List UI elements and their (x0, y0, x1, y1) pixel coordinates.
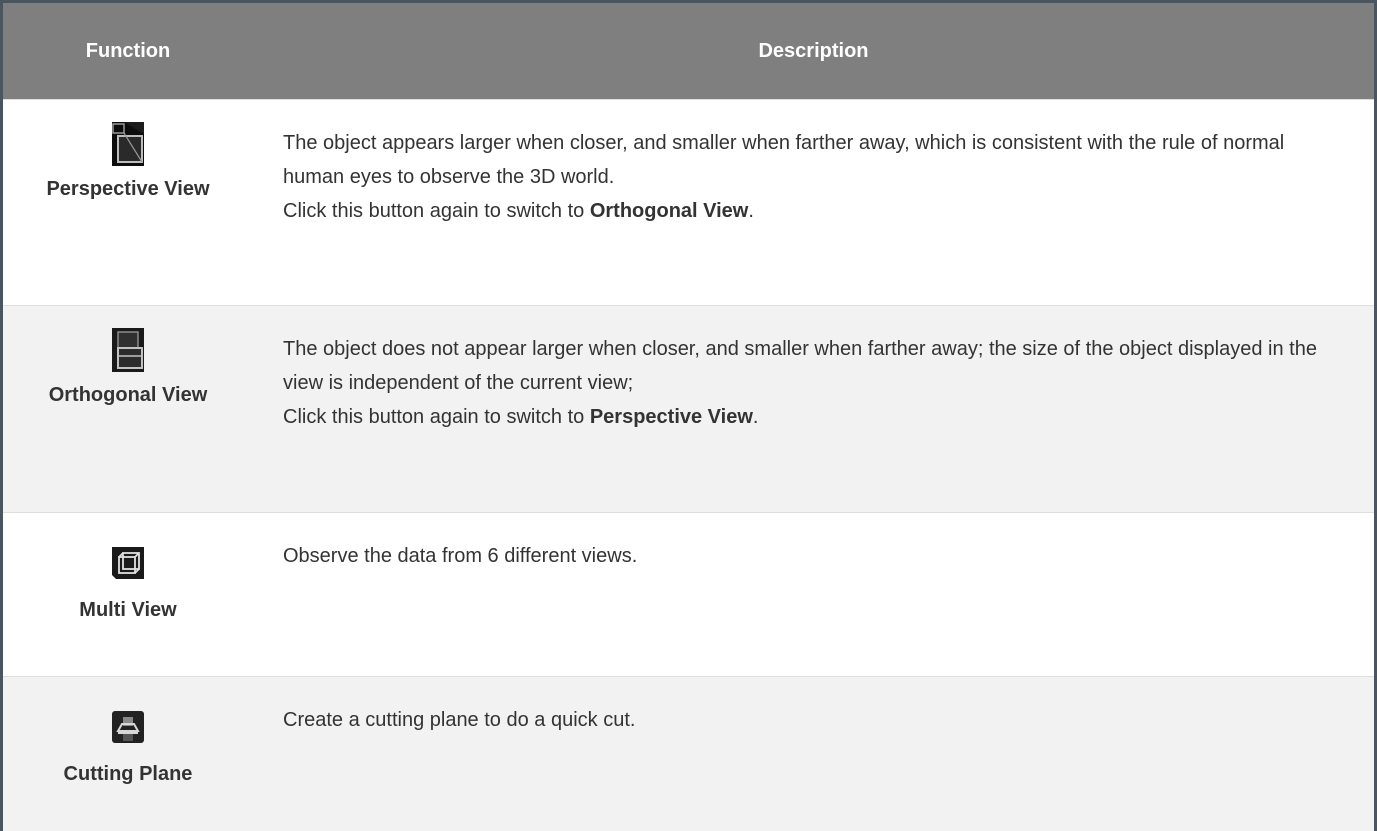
function-table: Function Description Perspective View Th… (0, 0, 1377, 831)
table-row: Orthogonal View The object does not appe… (3, 305, 1374, 512)
cutting-plane-icon[interactable] (112, 711, 144, 743)
function-name: Perspective View (46, 178, 210, 200)
function-cell: Cutting Plane (3, 677, 253, 831)
switch-suffix: . (752, 406, 759, 428)
description-switch: Click this button again to switch to Ort… (283, 194, 1346, 228)
switch-suffix: . (748, 200, 754, 222)
description-text: Observe the data from 6 different views. (283, 545, 638, 567)
function-cell: Perspective View (3, 100, 253, 305)
table-header: Function Description (3, 3, 1374, 99)
description-cell: Create a cutting plane to do a quick cut… (253, 677, 1374, 831)
header-function: Function (85, 39, 171, 62)
function-name: Orthogonal View (48, 384, 208, 406)
description-switch: Click this button again to switch to Per… (283, 400, 1346, 434)
description-text: The object appears larger when closer, a… (283, 132, 1285, 188)
table-row: Perspective View The object appears larg… (3, 99, 1374, 305)
switch-text: Click this button again to switch to (283, 406, 590, 428)
switch-target: Orthogonal View (589, 200, 749, 222)
description-cell: The object appears larger when closer, a… (253, 100, 1374, 305)
switch-target: Perspective View (589, 406, 753, 428)
function-cell: Multi View (3, 513, 253, 676)
header-description: Description (758, 39, 869, 62)
multi-view-icon[interactable] (112, 547, 144, 579)
function-cell: Orthogonal View (3, 306, 253, 512)
description-cell: The object does not appear larger when c… (253, 306, 1374, 512)
switch-text: Click this button again to switch to (283, 200, 590, 222)
description-text: Create a cutting plane to do a quick cut… (283, 709, 636, 731)
table-row: Cutting Plane Create a cutting plane to … (3, 676, 1374, 831)
description-text: The object does not appear larger when c… (283, 338, 1317, 394)
table-row: Multi View Observe the data from 6 diffe… (3, 512, 1374, 676)
orthogonal-view-icon[interactable] (112, 328, 144, 372)
function-name: Multi View (79, 599, 177, 621)
perspective-view-icon[interactable] (112, 122, 144, 166)
function-name: Cutting Plane (63, 763, 193, 785)
description-cell: Observe the data from 6 different views. (253, 513, 1374, 676)
